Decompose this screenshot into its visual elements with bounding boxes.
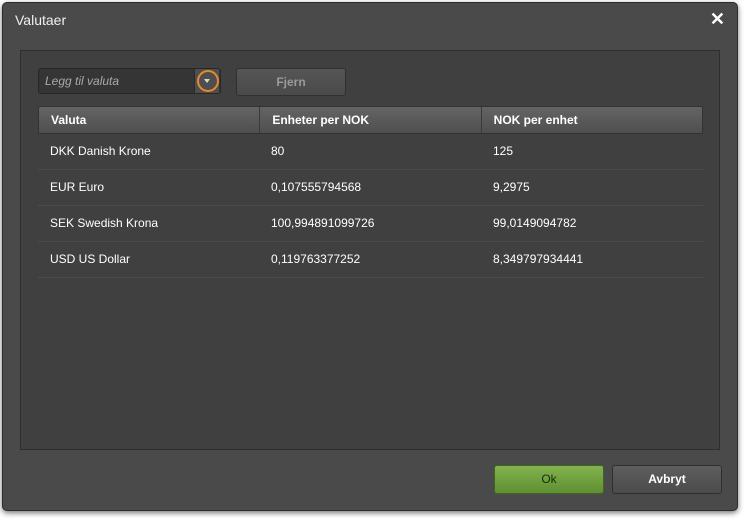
currency-dialog: Valutaer ✕ Fjern Valuta Enheter per NOK … <box>2 2 738 511</box>
add-currency-combobox[interactable] <box>38 68 221 94</box>
table-row[interactable]: USD US Dollar 0,119763377252 8,349797934… <box>38 242 703 278</box>
column-header-nok-per-unit[interactable]: NOK per enhet <box>480 107 702 133</box>
cell-units-per-nok: 0,107555794568 <box>271 180 362 194</box>
cell-currency: USD US Dollar <box>50 252 131 266</box>
cell-nok-per-unit: 125 <box>493 144 514 158</box>
cell-units-per-nok: 80 <box>271 144 285 158</box>
table-row[interactable]: DKK Danish Krone 80 125 <box>38 134 703 170</box>
add-currency-input[interactable] <box>39 69 189 93</box>
table-row[interactable]: SEK Swedish Krona 100,994891099726 99,01… <box>38 206 703 242</box>
close-icon[interactable]: ✕ <box>710 9 725 30</box>
cell-units-per-nok: 0,119763377252 <box>271 252 361 266</box>
ok-button[interactable]: Ok <box>494 465 604 494</box>
remove-button[interactable]: Fjern <box>236 68 346 96</box>
table-header: Valuta Enheter per NOK NOK per enhet <box>38 106 703 134</box>
cell-currency: SEK Swedish Krona <box>50 216 159 230</box>
dialog-title: Valutaer <box>15 12 67 28</box>
currency-panel: Fjern Valuta Enheter per NOK NOK per enh… <box>20 50 720 450</box>
chevron-down-icon <box>204 79 210 83</box>
dropdown-button[interactable] <box>194 69 219 93</box>
cell-nok-per-unit: 8,349797934441 <box>493 252 584 266</box>
cell-units-per-nok: 100,994891099726 <box>271 216 375 230</box>
cell-nok-per-unit: 9,2975 <box>493 180 530 194</box>
cell-currency: DKK Danish Krone <box>50 144 151 158</box>
table-row[interactable]: EUR Euro 0,107555794568 9,2975 <box>38 170 703 206</box>
cancel-button[interactable]: Avbryt <box>612 465 722 494</box>
cell-nok-per-unit: 99,0149094782 <box>493 216 577 230</box>
column-header-units-per-nok[interactable]: Enheter per NOK <box>259 107 480 133</box>
cell-currency: EUR Euro <box>50 180 105 194</box>
column-header-currency[interactable]: Valuta <box>39 107 259 133</box>
currency-table: Valuta Enheter per NOK NOK per enhet DKK… <box>38 106 703 278</box>
